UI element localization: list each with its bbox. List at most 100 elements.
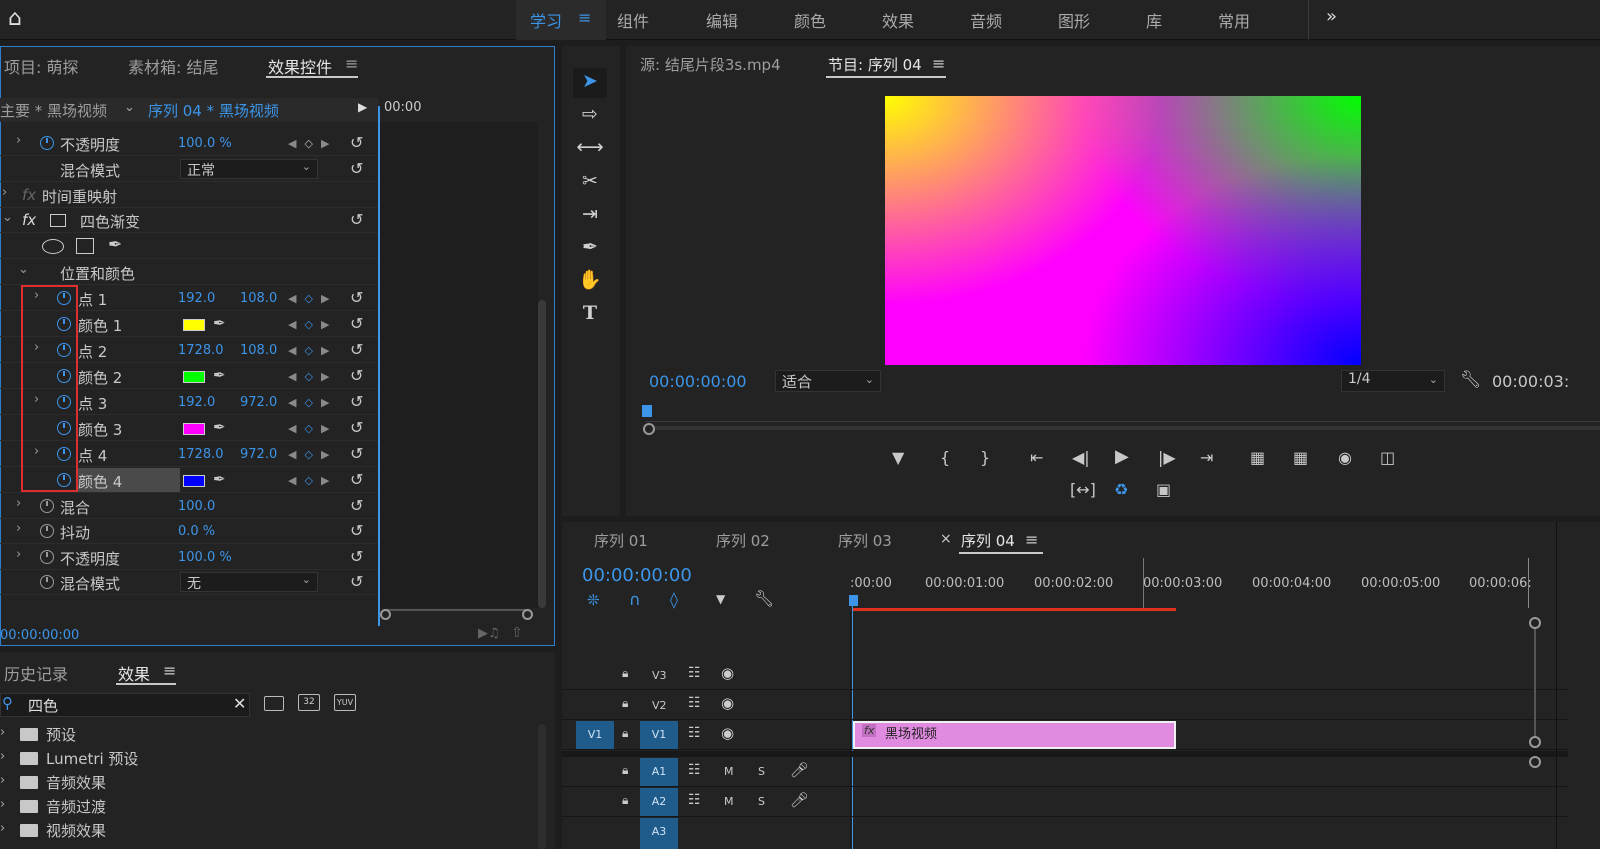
- source-patch-v1[interactable]: V1: [576, 721, 614, 749]
- keyframe-nav-icon[interactable]: ◀◇▶: [288, 318, 337, 331]
- mute-button[interactable]: M: [724, 765, 734, 778]
- tab-effects[interactable]: 效果: [118, 661, 150, 685]
- keyframe-nav-icon[interactable]: ◀◇▶: [288, 422, 337, 435]
- track-v3[interactable]: [562, 660, 1568, 690]
- tab-effect-controls[interactable]: 效果控件: [268, 54, 332, 78]
- track-label-v3[interactable]: V3: [652, 669, 667, 682]
- vr-video-icon[interactable]: ▣: [1156, 480, 1171, 499]
- scroll-handle-bottom[interactable]: [1529, 736, 1541, 748]
- list-item[interactable]: › Lumetri 预设: [0, 748, 540, 772]
- lock-icon[interactable]: 🔒︎: [622, 666, 628, 681]
- effects-scrollbar[interactable]: [538, 724, 546, 849]
- expand-chevron-icon[interactable]: ›: [16, 496, 21, 511]
- point-x-value[interactable]: 192.0: [178, 291, 215, 306]
- timeline-playhead-icon[interactable]: [849, 595, 858, 606]
- collapse-chevron-icon[interactable]: ⌄: [18, 262, 29, 277]
- expand-chevron-icon[interactable]: ›: [0, 821, 5, 836]
- list-item[interactable]: › 预设: [0, 724, 540, 748]
- workspace-graphics[interactable]: 图形: [1058, 8, 1090, 32]
- panel-menu-icon[interactable]: ≡: [1025, 530, 1038, 549]
- solo-button[interactable]: S: [758, 765, 765, 778]
- sync-lock-icon[interactable]: ☷: [688, 725, 701, 741]
- sync-lock-icon[interactable]: ☷: [688, 792, 701, 808]
- workspace-assembly[interactable]: 组件: [617, 8, 649, 32]
- expand-chevron-icon[interactable]: ›: [2, 185, 7, 200]
- color-swatch[interactable]: [183, 423, 205, 435]
- monitor-ruler[interactable]: [646, 408, 1600, 422]
- expand-chevron-icon[interactable]: ›: [0, 773, 5, 788]
- lift-icon[interactable]: ▦: [1250, 448, 1265, 467]
- clear-search-icon[interactable]: ✕: [233, 694, 246, 713]
- eyedropper-icon[interactable]: ✒: [213, 366, 226, 384]
- snap-magnet-icon[interactable]: ∩: [629, 590, 641, 609]
- play-icon[interactable]: ▶: [1115, 446, 1129, 467]
- eyedropper-icon[interactable]: ✒: [213, 418, 226, 436]
- safe-margins-icon[interactable]: [↔]: [1070, 480, 1096, 499]
- ec-zoom-bar[interactable]: [386, 609, 528, 619]
- comparison-view-icon[interactable]: ◫: [1380, 448, 1395, 467]
- microphone-icon[interactable]: 🎤︎: [790, 761, 809, 779]
- eyedropper-icon[interactable]: ✒: [213, 314, 226, 332]
- reset-icon[interactable]: ↺: [350, 444, 363, 463]
- mark-out-icon[interactable]: }: [980, 448, 990, 467]
- workspace-audio[interactable]: 音频: [970, 8, 1002, 32]
- monitor-playhead-icon[interactable]: [642, 405, 652, 417]
- color-swatch[interactable]: [183, 475, 205, 487]
- monitor-zoom-handle[interactable]: [643, 423, 655, 435]
- add-marker-icon[interactable]: ▼: [892, 448, 904, 467]
- blend-mode-dropdown[interactable]: 无 ⌄: [180, 572, 318, 592]
- point-y-value[interactable]: 972.0: [240, 395, 277, 410]
- keyframe-nav-icon[interactable]: ◀◇▶: [288, 474, 337, 487]
- eye-icon[interactable]: ◉: [721, 664, 734, 682]
- track-v2[interactable]: [562, 690, 1568, 720]
- keyframe-nav-icon[interactable]: ◀◇▶: [288, 292, 337, 305]
- mute-button[interactable]: M: [724, 795, 734, 808]
- selection-tool-icon[interactable]: ➤: [574, 70, 606, 98]
- reset-icon[interactable]: ↺: [350, 159, 363, 178]
- workspace-editing[interactable]: 编辑: [706, 8, 738, 32]
- point-x-value[interactable]: 192.0: [178, 395, 215, 410]
- sync-lock-icon[interactable]: ☷: [688, 665, 701, 681]
- panel-menu-icon[interactable]: ≡: [932, 54, 945, 73]
- track-a1[interactable]: [562, 757, 1568, 787]
- microphone-icon[interactable]: 🎤︎: [790, 791, 809, 809]
- play-audio-icon[interactable]: ▶♫: [478, 626, 500, 641]
- point-y-value[interactable]: 972.0: [240, 447, 277, 462]
- reset-icon[interactable]: ↺: [350, 521, 363, 540]
- expand-chevron-icon[interactable]: ›: [16, 547, 21, 562]
- reset-icon[interactable]: ↺: [350, 288, 363, 307]
- point-y-value[interactable]: 108.0: [240, 343, 277, 358]
- step-back-icon[interactable]: ◀|: [1072, 448, 1090, 467]
- tab-history[interactable]: 历史记录: [4, 661, 68, 685]
- keyframe-nav-icon[interactable]: ◀◇▶: [288, 344, 337, 357]
- blend-value[interactable]: 100.0: [178, 499, 215, 514]
- expand-chevron-icon[interactable]: ›: [16, 521, 21, 536]
- resolution-dropdown[interactable]: 1/4 ⌄: [1341, 370, 1445, 392]
- eyedropper-icon[interactable]: ✒: [213, 470, 226, 488]
- track-label-v2[interactable]: V2: [652, 699, 667, 712]
- workspace-color[interactable]: 颜色: [794, 8, 826, 32]
- reset-icon[interactable]: ↺: [350, 392, 363, 411]
- track-target-a3[interactable]: A3: [640, 818, 678, 849]
- clip-chevron-icon[interactable]: ⌄: [124, 100, 135, 115]
- lock-icon[interactable]: 🔒︎: [622, 696, 628, 711]
- keyframe-nav-icon[interactable]: ◀◇▶: [288, 370, 337, 383]
- linked-selection-icon[interactable]: ◊: [670, 590, 678, 609]
- solo-button[interactable]: S: [758, 795, 765, 808]
- reset-icon[interactable]: ↺: [350, 496, 363, 515]
- color-swatch[interactable]: [183, 371, 205, 383]
- pen-mask-icon[interactable]: ✒: [108, 235, 122, 255]
- settings-wrench-icon[interactable]: 🔧︎: [1460, 370, 1482, 390]
- blend-mode-dropdown[interactable]: 正常 ⌄: [180, 159, 318, 179]
- program-timecode[interactable]: 00:00:00:00: [649, 372, 747, 391]
- reset-icon[interactable]: ↺: [350, 366, 363, 385]
- workspace-libraries[interactable]: 库: [1146, 8, 1162, 32]
- expand-chevron-icon[interactable]: ›: [0, 797, 5, 812]
- go-to-out-icon[interactable]: ⇥: [1200, 448, 1213, 467]
- hand-tool-icon[interactable]: ✋: [574, 268, 606, 296]
- sequence-clip-label[interactable]: 序列 04 * 黑场视频: [148, 100, 279, 121]
- workspace-learn[interactable]: 学习: [530, 8, 562, 32]
- sync-lock-icon[interactable]: ☷: [688, 762, 701, 778]
- timeline-timecode[interactable]: 00:00:00:00: [582, 565, 692, 586]
- yuv-effects-icon[interactable]: YUV: [334, 694, 356, 711]
